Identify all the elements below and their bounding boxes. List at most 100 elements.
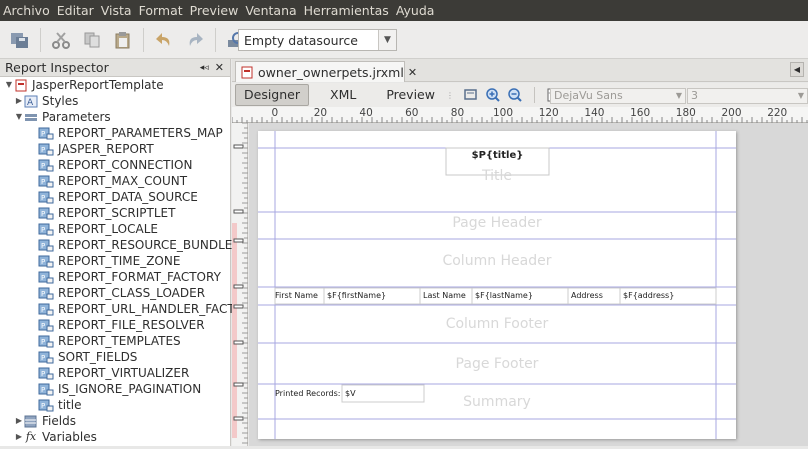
menu-archivo[interactable]: Archivo [0, 0, 54, 21]
svg-text:P: P [41, 274, 45, 282]
parameter-icon: P [38, 367, 54, 380]
preview-tab[interactable]: Preview [377, 84, 444, 106]
first-name-field[interactable]: $F{firstName} [327, 291, 386, 300]
close-icon[interactable]: ✕ [215, 61, 224, 74]
menu-vista[interactable]: Vista [98, 0, 136, 21]
xml-tab[interactable]: XML [321, 84, 365, 106]
menu-herramientas[interactable]: Herramientas [301, 0, 393, 21]
main-toolbar [0, 21, 808, 59]
parameter-item[interactable]: P REPORT_PARAMETERS_MAP [0, 125, 230, 141]
tree-item-fields[interactable]: ▶ Fields [0, 413, 230, 429]
inspector-tree: ▼ JasperReportTemplate ▶ A Styles ▼ Para… [0, 77, 244, 445]
parameter-label: REPORT_URL_HANDLER_FACTO [58, 302, 245, 316]
save-all-icon[interactable] [9, 29, 31, 51]
svg-text:P: P [41, 226, 45, 234]
tree-root[interactable]: ▼ JasperReportTemplate [0, 77, 230, 93]
menu-ventana[interactable]: Ventana [242, 0, 300, 21]
report-page[interactable]: $P{title} Title Page Header Column Heade… [258, 131, 736, 439]
parameter-item[interactable]: P REPORT_TIME_ZONE [0, 253, 230, 269]
chevron-down-icon[interactable]: ▼ [676, 89, 682, 103]
jrxml-file-icon [240, 66, 254, 79]
last-name-label[interactable]: Last Name [423, 291, 466, 300]
title-parameter-field[interactable]: $P{title} [446, 150, 549, 161]
undo-icon[interactable] [153, 29, 175, 51]
zoom-in-icon[interactable] [482, 84, 504, 106]
cut-icon[interactable] [50, 29, 72, 51]
menu-ayuda[interactable]: Ayuda [393, 0, 439, 21]
parameter-icon: P [38, 303, 54, 316]
font-size-select[interactable]: 3 ▼ [687, 88, 808, 104]
parameter-item[interactable]: P REPORT_SCRIPTLET [0, 205, 230, 221]
expand-down-icon[interactable]: ▼ [4, 77, 14, 93]
tab-owner-ownerpets[interactable]: owner_ownerpets.jrxml ✕ [235, 61, 417, 82]
vertical-ruler [232, 122, 248, 446]
ruler-label: 100 [493, 107, 514, 119]
menu-format[interactable]: Format [136, 0, 187, 21]
parameter-item[interactable]: P REPORT_FILE_RESOLVER [0, 317, 230, 333]
font-family-select[interactable]: DejaVu Sans ▼ [550, 88, 686, 104]
design-canvas[interactable]: $P{title} Title Page Header Column Heade… [249, 123, 808, 446]
svg-text:P: P [41, 370, 45, 378]
parameter-item[interactable]: P REPORT_RESOURCE_BUNDLE [0, 237, 233, 253]
parameter-item[interactable]: P REPORT_CLASS_LOADER [0, 285, 230, 301]
minimize-icon[interactable]: ◂◃ [200, 63, 209, 73]
parameter-item[interactable]: P REPORT_TEMPLATES [0, 333, 230, 349]
parameter-item[interactable]: P REPORT_CONNECTION [0, 157, 230, 173]
address-field[interactable]: $F{address} [623, 291, 674, 300]
editor-tab-bar: owner_ownerpets.jrxml ✕ ◀ [232, 59, 808, 82]
parameter-label: REPORT_TEMPLATES [58, 334, 181, 348]
tree-item-styles[interactable]: ▶ A Styles [0, 93, 230, 109]
svg-text:P: P [41, 338, 45, 346]
parameter-label: REPORT_CLASS_LOADER [58, 286, 206, 300]
datasource-value: Empty datasource [244, 32, 358, 48]
report-inspector-panel: Report Inspector ◂◃ ✕ ▼ JasperReportTemp… [0, 59, 244, 446]
copy-icon[interactable] [81, 29, 103, 51]
svg-text:A: A [27, 98, 34, 108]
ruler-label: 140 [584, 107, 605, 119]
redo-icon[interactable] [184, 29, 206, 51]
parameter-label: REPORT_DATA_SOURCE [58, 190, 198, 204]
expand-down-icon[interactable]: ▼ [14, 109, 24, 125]
parameter-item[interactable]: P JASPER_REPORT [0, 141, 230, 157]
parameter-label: REPORT_VIRTUALIZER [58, 366, 190, 380]
parameter-item[interactable]: P REPORT_VIRTUALIZER [0, 365, 230, 381]
chevron-down-icon[interactable]: ▼ [378, 30, 396, 50]
parameter-label: REPORT_RESOURCE_BUNDLE [58, 238, 233, 252]
parameter-item[interactable]: P REPORT_DATA_SOURCE [0, 189, 230, 205]
printed-records-label[interactable]: Printed Records: [275, 389, 340, 398]
zoom-fit-icon[interactable] [460, 84, 482, 106]
menu-editar[interactable]: Editar [54, 0, 98, 21]
parameter-icon: P [38, 143, 54, 156]
parameter-item[interactable]: P REPORT_MAX_COUNT [0, 173, 230, 189]
parameter-item[interactable]: P REPORT_FORMAT_FACTORY [0, 269, 230, 285]
ruler-label: 60 [405, 107, 419, 119]
address-label[interactable]: Address [571, 291, 603, 300]
svg-text:P: P [41, 258, 45, 266]
last-name-field[interactable]: $F{lastName} [475, 291, 533, 300]
chevron-down-icon[interactable]: ▼ [798, 89, 804, 103]
parameter-item[interactable]: P REPORT_LOCALE [0, 221, 230, 237]
zoom-out-icon[interactable] [504, 84, 526, 106]
printed-records-field[interactable]: $V [345, 389, 356, 398]
parameter-item[interactable]: P IS_IGNORE_PAGINATION [0, 381, 230, 397]
designer-tab[interactable]: Designer [235, 84, 309, 106]
paste-icon[interactable] [112, 29, 134, 51]
parameter-item[interactable]: P SORT_FIELDS [0, 349, 230, 365]
svg-text:P: P [41, 322, 45, 330]
parameter-item[interactable]: Ptitle [0, 397, 230, 413]
first-name-label[interactable]: First Name [275, 291, 318, 300]
expand-right-icon[interactable]: ▶ [14, 413, 24, 429]
tree-item-parameters[interactable]: ▼ Parameters [0, 109, 230, 125]
ruler-label: 220 [767, 107, 788, 119]
datasource-select[interactable]: Empty datasource ▼ [238, 29, 397, 51]
tree-item-variables[interactable]: ▶ fx Variables [0, 429, 230, 445]
tab-scroll-left-icon[interactable]: ◀ [790, 62, 804, 77]
expand-right-icon[interactable]: ▶ [14, 93, 24, 109]
expand-right-icon[interactable]: ▶ [14, 429, 24, 445]
parameter-item[interactable]: P REPORT_URL_HANDLER_FACTO [0, 301, 244, 317]
parameter-icon: P [38, 351, 54, 364]
close-tab-icon[interactable]: ✕ [408, 66, 417, 79]
menu-preview[interactable]: Preview [187, 0, 243, 21]
svg-text:P: P [41, 194, 45, 202]
svg-text:P: P [41, 242, 45, 250]
